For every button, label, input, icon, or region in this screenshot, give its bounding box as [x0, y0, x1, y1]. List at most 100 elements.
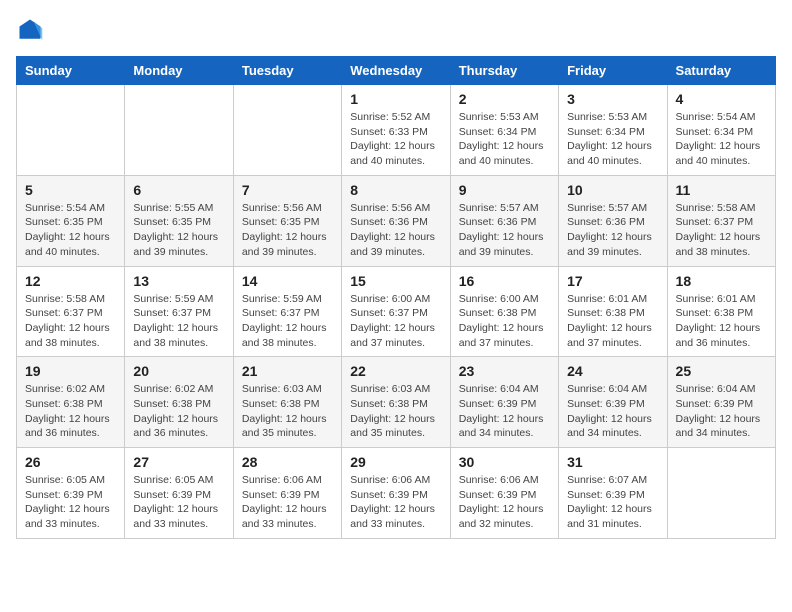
calendar-cell: 30Sunrise: 6:06 AM Sunset: 6:39 PM Dayli… — [450, 448, 558, 539]
calendar-cell: 15 Sunrise: 6:00 AM Sunset: 6:37 PM Dayli… — [342, 266, 450, 357]
day-info: Sunrise: 5:52 AM Sunset: 6:33 PM Dayligh… — [350, 110, 441, 169]
day-info: Sunrise: 6:04 AM Sunset: 6:39 PM Dayligh… — [567, 382, 658, 441]
day-info: Sunrise: 6:02 AM Sunset: 6:38 PM Dayligh… — [133, 382, 224, 441]
calendar-cell: 18 Sunrise: 6:01 AM Sunset: 6:38 PM Dayli… — [667, 266, 775, 357]
calendar-cell: 24 Sunrise: 6:04 AM Sunset: 6:39 PM Dayli… — [559, 357, 667, 448]
calendar-cell: 29 Sunrise: 6:06 AM Sunset: 6:39 PM Dayli… — [342, 448, 450, 539]
calendar-table: SundayMondayTuesdayWednesdayThursdayFrid… — [16, 56, 776, 539]
calendar-cell: 8Sunrise: 5:56 AM Sunset: 6:36 PM Daylig… — [342, 175, 450, 266]
day-info: Sunrise: 6:04 AM Sunset: 6:39 PM Dayligh… — [459, 382, 550, 441]
day-number: 15 — [350, 273, 441, 289]
logo — [16, 16, 48, 44]
day-info: Sunrise: 6:03 AM Sunset: 6:38 PM Dayligh… — [350, 382, 441, 441]
day-info: Sunrise: 6:05 AM Sunset: 6:39 PM Dayligh… — [133, 473, 224, 532]
calendar-cell: 27 Sunrise: 6:05 AM Sunset: 6:39 PM Dayli… — [125, 448, 233, 539]
day-info: Sunrise: 6:06 AM Sunset: 6:39 PM Dayligh… — [350, 473, 441, 532]
calendar-cell: 6 Sunrise: 5:55 AM Sunset: 6:35 PM Daylig… — [125, 175, 233, 266]
calendar-cell: 22 Sunrise: 6:03 AM Sunset: 6:38 PM Dayli… — [342, 357, 450, 448]
day-number: 29 — [350, 454, 441, 470]
day-number: 20 — [133, 363, 224, 379]
day-info: Sunrise: 5:58 AM Sunset: 6:37 PM Dayligh… — [25, 292, 116, 351]
day-number: 17 — [567, 273, 658, 289]
page-header — [16, 16, 776, 44]
calendar-cell: 16 Sunrise: 6:00 AM Sunset: 6:38 PM Dayli… — [450, 266, 558, 357]
calendar-cell: 19 Sunrise: 6:02 AM Sunset: 6:38 PM Dayli… — [17, 357, 125, 448]
calendar-cell: 20 Sunrise: 6:02 AM Sunset: 6:38 PM Dayli… — [125, 357, 233, 448]
day-info: Sunrise: 5:59 AM Sunset: 6:37 PM Dayligh… — [242, 292, 333, 351]
day-number: 18 — [676, 273, 767, 289]
calendar-cell: 5Sunrise: 5:54 AM Sunset: 6:35 PM Daylig… — [17, 175, 125, 266]
calendar-cell — [233, 85, 341, 176]
weekday-header-monday: Monday — [125, 57, 233, 85]
day-info: Sunrise: 6:06 AM Sunset: 6:39 PM Dayligh… — [242, 473, 333, 532]
day-number: 14 — [242, 273, 333, 289]
day-info: Sunrise: 5:55 AM Sunset: 6:35 PM Dayligh… — [133, 201, 224, 260]
weekday-header-friday: Friday — [559, 57, 667, 85]
calendar-cell: 7 Sunrise: 5:56 AM Sunset: 6:35 PM Daylig… — [233, 175, 341, 266]
calendar-cell: 2 Sunrise: 5:53 AM Sunset: 6:34 PM Daylig… — [450, 85, 558, 176]
weekday-header-sunday: Sunday — [17, 57, 125, 85]
calendar-cell: 25 Sunrise: 6:04 AM Sunset: 6:39 PM Dayli… — [667, 357, 775, 448]
day-number: 2 — [459, 91, 550, 107]
day-number: 8 — [350, 182, 441, 198]
day-info: Sunrise: 5:53 AM Sunset: 6:34 PM Dayligh… — [459, 110, 550, 169]
day-number: 30 — [459, 454, 550, 470]
day-number: 7 — [242, 182, 333, 198]
day-info: Sunrise: 5:53 AM Sunset: 6:34 PM Dayligh… — [567, 110, 658, 169]
day-number: 10 — [567, 182, 658, 198]
calendar-cell: 11 Sunrise: 5:58 AM Sunset: 6:37 PM Dayli… — [667, 175, 775, 266]
day-number: 24 — [567, 363, 658, 379]
day-info: Sunrise: 6:00 AM Sunset: 6:37 PM Dayligh… — [350, 292, 441, 351]
calendar-cell: 23 Sunrise: 6:04 AM Sunset: 6:39 PM Dayli… — [450, 357, 558, 448]
day-info: Sunrise: 6:04 AM Sunset: 6:39 PM Dayligh… — [676, 382, 767, 441]
day-number: 23 — [459, 363, 550, 379]
calendar-week-row: 5Sunrise: 5:54 AM Sunset: 6:35 PM Daylig… — [17, 175, 776, 266]
calendar-week-row: 1 Sunrise: 5:52 AM Sunset: 6:33 PM Daylig… — [17, 85, 776, 176]
weekday-header-thursday: Thursday — [450, 57, 558, 85]
day-info: Sunrise: 6:01 AM Sunset: 6:38 PM Dayligh… — [567, 292, 658, 351]
weekday-header-wednesday: Wednesday — [342, 57, 450, 85]
day-number: 11 — [676, 182, 767, 198]
day-info: Sunrise: 5:59 AM Sunset: 6:37 PM Dayligh… — [133, 292, 224, 351]
day-info: Sunrise: 6:07 AM Sunset: 6:39 PM Dayligh… — [567, 473, 658, 532]
day-number: 27 — [133, 454, 224, 470]
calendar-week-row: 26Sunrise: 6:05 AM Sunset: 6:39 PM Dayli… — [17, 448, 776, 539]
calendar-cell — [125, 85, 233, 176]
day-info: Sunrise: 6:05 AM Sunset: 6:39 PM Dayligh… — [25, 473, 116, 532]
day-info: Sunrise: 5:57 AM Sunset: 6:36 PM Dayligh… — [459, 201, 550, 260]
day-number: 16 — [459, 273, 550, 289]
calendar-cell — [667, 448, 775, 539]
day-info: Sunrise: 6:01 AM Sunset: 6:38 PM Dayligh… — [676, 292, 767, 351]
day-number: 31 — [567, 454, 658, 470]
day-info: Sunrise: 5:56 AM Sunset: 6:35 PM Dayligh… — [242, 201, 333, 260]
calendar-cell — [17, 85, 125, 176]
day-number: 6 — [133, 182, 224, 198]
day-number: 22 — [350, 363, 441, 379]
day-number: 12 — [25, 273, 116, 289]
day-info: Sunrise: 6:02 AM Sunset: 6:38 PM Dayligh… — [25, 382, 116, 441]
day-number: 25 — [676, 363, 767, 379]
day-number: 19 — [25, 363, 116, 379]
day-number: 13 — [133, 273, 224, 289]
calendar-week-row: 19 Sunrise: 6:02 AM Sunset: 6:38 PM Dayli… — [17, 357, 776, 448]
day-info: Sunrise: 6:03 AM Sunset: 6:38 PM Dayligh… — [242, 382, 333, 441]
day-number: 21 — [242, 363, 333, 379]
day-number: 3 — [567, 91, 658, 107]
calendar-cell: 3 Sunrise: 5:53 AM Sunset: 6:34 PM Daylig… — [559, 85, 667, 176]
calendar-cell: 12 Sunrise: 5:58 AM Sunset: 6:37 PM Dayli… — [17, 266, 125, 357]
calendar-cell: 14 Sunrise: 5:59 AM Sunset: 6:37 PM Dayli… — [233, 266, 341, 357]
day-info: Sunrise: 5:54 AM Sunset: 6:34 PM Dayligh… — [676, 110, 767, 169]
calendar-cell: 13 Sunrise: 5:59 AM Sunset: 6:37 PM Dayli… — [125, 266, 233, 357]
logo-icon — [16, 16, 44, 44]
weekday-header-tuesday: Tuesday — [233, 57, 341, 85]
calendar-cell: 4 Sunrise: 5:54 AM Sunset: 6:34 PM Daylig… — [667, 85, 775, 176]
day-number: 4 — [676, 91, 767, 107]
day-number: 5 — [25, 182, 116, 198]
calendar-cell: 9Sunrise: 5:57 AM Sunset: 6:36 PM Daylig… — [450, 175, 558, 266]
calendar-cell: 17 Sunrise: 6:01 AM Sunset: 6:38 PM Dayli… — [559, 266, 667, 357]
calendar-header-row: SundayMondayTuesdayWednesdayThursdayFrid… — [17, 57, 776, 85]
calendar-cell: 1 Sunrise: 5:52 AM Sunset: 6:33 PM Daylig… — [342, 85, 450, 176]
day-info: Sunrise: 5:58 AM Sunset: 6:37 PM Dayligh… — [676, 201, 767, 260]
day-number: 1 — [350, 91, 441, 107]
day-info: Sunrise: 6:00 AM Sunset: 6:38 PM Dayligh… — [459, 292, 550, 351]
